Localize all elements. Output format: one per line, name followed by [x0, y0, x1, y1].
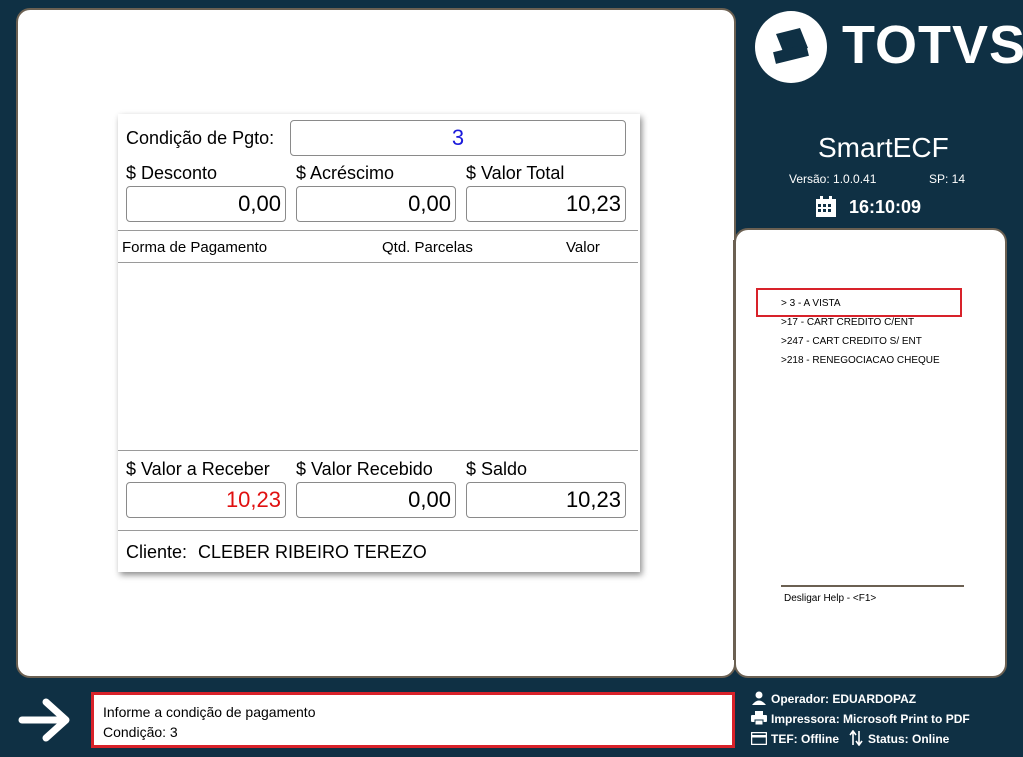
- payment-list[interactable]: [118, 263, 638, 449]
- operator-label: Operador: EDUARDOPAZ: [771, 692, 917, 706]
- discount-input[interactable]: 0,00: [126, 186, 286, 222]
- column-header-payment-form: Forma de Pagamento: [122, 239, 268, 256]
- printer-label: Impressora: Microsoft Print to PDF: [771, 712, 970, 726]
- totvs-logo-icon: [752, 10, 830, 84]
- card-icon: [750, 731, 768, 746]
- help-toggle-hint[interactable]: Desligar Help - <F1>: [784, 593, 876, 604]
- sp-label: SP: 14: [929, 172, 966, 186]
- arrow-right-icon: [18, 698, 72, 742]
- payment-dialog: Condição de Pgto: 3 $ Desconto $ Acrésci…: [118, 114, 640, 572]
- message-box: Informe a condição de pagamento Condição…: [91, 692, 735, 748]
- divider: [118, 530, 638, 531]
- column-header-installments: Qtd. Parcelas: [382, 239, 473, 256]
- user-icon: [752, 691, 766, 705]
- receive-value: 10,23: [126, 482, 286, 518]
- client-name: CLEBER RIBEIRO TEREZO: [198, 542, 427, 562]
- printer-icon: [751, 711, 767, 726]
- tef-status: TEF: Offline: [771, 732, 839, 746]
- divider: [118, 450, 638, 451]
- surcharge-input[interactable]: 0,00: [296, 186, 456, 222]
- surcharge-label: $ Acréscimo: [296, 163, 395, 183]
- condition-input[interactable]: 3: [290, 120, 626, 156]
- total-label: $ Valor Total: [466, 163, 565, 183]
- version-label: Versão: 1.0.0.41: [789, 172, 877, 186]
- calendar-icon: [815, 196, 837, 218]
- total-value: 10,23: [466, 186, 626, 222]
- received-value: 0,00: [296, 482, 456, 518]
- column-header-value: Valor: [566, 239, 600, 256]
- message-line-1: Informe a condição de pagamento: [103, 704, 316, 720]
- receive-label: $ Valor a Receber: [126, 459, 270, 479]
- help-item[interactable]: >17 - CART CREDITO C/ENT: [781, 317, 914, 328]
- client-label: Cliente:: [126, 542, 188, 562]
- brand-logo-text: TOTVS: [842, 15, 1023, 75]
- clock: 16:10:09: [849, 197, 922, 217]
- help-item[interactable]: > 3 - A VISTA: [781, 298, 841, 309]
- help-item[interactable]: >218 - RENEGOCIACAO CHEQUE: [781, 355, 940, 366]
- balance-value: 10,23: [466, 482, 626, 518]
- help-item[interactable]: >247 - CART CREDITO S/ ENT: [781, 336, 922, 347]
- message-line-2: Condição: 3: [103, 724, 178, 740]
- divider: [118, 230, 638, 231]
- app-name: SmartECF: [818, 132, 949, 163]
- sync-arrows-icon: [849, 729, 863, 747]
- received-label: $ Valor Recebido: [296, 459, 433, 479]
- connection-status: Status: Online: [868, 732, 950, 746]
- balance-label: $ Saldo: [466, 459, 528, 479]
- discount-label: $ Desconto: [126, 163, 218, 183]
- help-footer-divider: [781, 585, 964, 587]
- panel-divider: [733, 240, 736, 660]
- condition-label: Condição de Pgto:: [126, 128, 275, 148]
